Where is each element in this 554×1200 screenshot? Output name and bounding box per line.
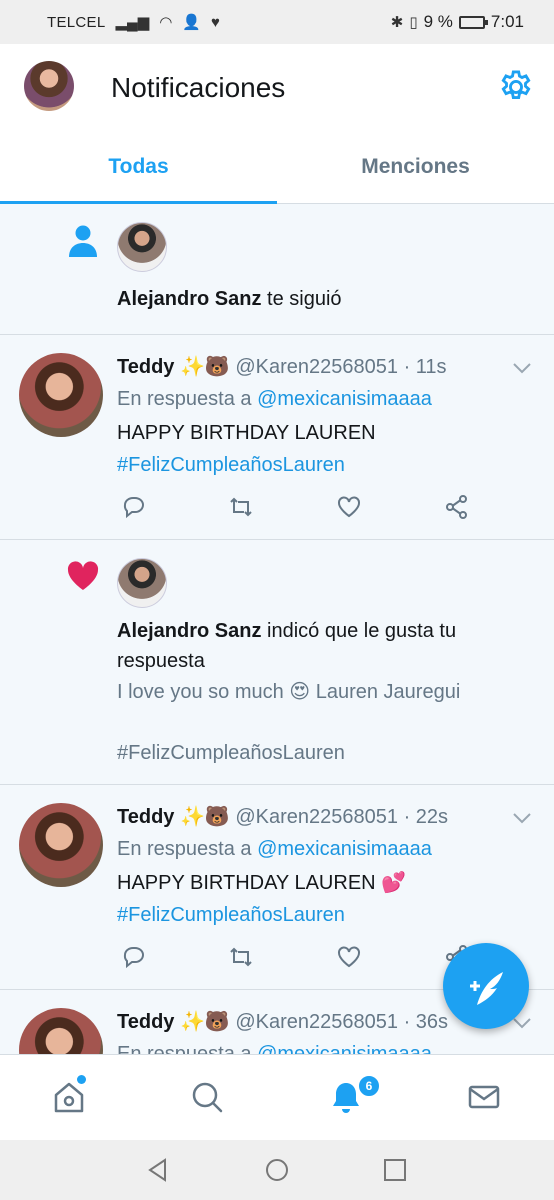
bluetooth-icon: ✱ [390, 14, 404, 31]
home-new-dot [77, 1075, 86, 1084]
retweet-icon[interactable] [227, 943, 255, 971]
avatar[interactable] [117, 222, 167, 272]
home-icon[interactable] [51, 1079, 87, 1115]
back-triangle-icon[interactable] [145, 1157, 171, 1183]
name-emoji: ✨🐻 [179, 806, 230, 828]
clock: 7:01 [490, 12, 524, 31]
notification-follow[interactable]: Alejandro Sanz te siguió [0, 204, 554, 335]
compose-tweet-button[interactable] [443, 943, 529, 1029]
retweet-icon[interactable] [227, 493, 255, 521]
notification-text: Alejandro Sanz indicó que le gusta tu re… [117, 616, 527, 676]
notification-feed: Alejandro Sanz te siguió Teddy ✨🐻 @Karen… [0, 204, 554, 1054]
avatar[interactable] [19, 353, 103, 437]
like-icon[interactable] [335, 943, 363, 971]
display-name[interactable]: Teddy [117, 356, 174, 378]
chevron-down-icon[interactable] [512, 361, 532, 375]
tweet-header: Teddy ✨🐻 @Karen22568051 · 22s [117, 802, 448, 832]
reply-mention-link[interactable]: @mexicanisimaaaa [257, 388, 432, 410]
notification-text: Alejandro Sanz te siguió [117, 284, 527, 314]
vibrate-icon: ▯ [409, 14, 418, 31]
tweet-actions [117, 493, 477, 523]
avatar[interactable] [117, 558, 167, 608]
bottom-navigation: 6 [0, 1054, 554, 1140]
messages-envelope-icon[interactable] [466, 1079, 502, 1115]
reply-context: En respuesta a @mexicanisimaaaa [117, 834, 432, 864]
tweet-actions [117, 943, 477, 973]
profile-avatar[interactable] [24, 61, 74, 111]
name-emoji: ✨🐻 [179, 1011, 230, 1033]
tweet-text: HAPPY BIRTHDAY LAUREN 💕 [117, 872, 407, 894]
page-title: Notificaciones [111, 72, 286, 103]
app-header: Notificaciones [0, 44, 554, 134]
chevron-down-icon[interactable] [512, 811, 532, 825]
reply-icon[interactable] [120, 493, 148, 521]
recents-square-icon[interactable] [382, 1157, 408, 1183]
reply-mention-link[interactable]: @mexicanisimaaaa [257, 1043, 432, 1054]
reply-prefix: En respuesta a [117, 1043, 252, 1054]
add-user-icon: 👤 [182, 14, 201, 31]
share-icon[interactable] [443, 493, 471, 521]
wifi-icon: ◠ [159, 14, 173, 31]
heart-icon [67, 561, 99, 590]
reply-context: En respuesta a @mexicanisimaaaa [117, 384, 432, 414]
handle-time: @Karen22568051 · 22s [235, 806, 449, 828]
battery-percent: 9 % [423, 12, 453, 31]
action-text: te siguió [267, 288, 342, 310]
avatar[interactable] [19, 803, 103, 887]
quoted-text: I love you so much 😍 Lauren Jauregui [117, 681, 461, 703]
battery-icon [458, 15, 488, 29]
settings-gear-icon[interactable] [497, 68, 535, 106]
quoted-hashtag: #FelizCumpleañosLauren [117, 742, 345, 764]
home-circle-icon[interactable] [264, 1157, 290, 1183]
carrier-label: TELCEL [47, 13, 106, 31]
reply-mention-link[interactable]: @mexicanisimaaaa [257, 838, 432, 860]
display-name[interactable]: Teddy [117, 1011, 174, 1033]
tweet-reply[interactable]: Teddy ✨🐻 @Karen22568051 · 11s En respues… [0, 335, 554, 540]
person-icon [69, 225, 97, 257]
user-name[interactable]: Alejandro Sanz [117, 288, 261, 310]
reply-prefix: En respuesta a [117, 388, 252, 410]
status-bar: TELCEL ▂▄▆ ◠ 👤 ♥ ✱ ▯ 9 % 7:01 [0, 0, 554, 44]
reply-prefix: En respuesta a [117, 838, 252, 860]
user-name[interactable]: Alejandro Sanz [117, 620, 261, 642]
search-icon[interactable] [189, 1079, 225, 1115]
reply-context: En respuesta a @mexicanisimaaaa [117, 1039, 432, 1054]
heart-icon: ♥ [210, 13, 220, 31]
notifications-badge: 6 [357, 1074, 381, 1098]
like-icon[interactable] [335, 493, 363, 521]
avatar[interactable] [19, 1008, 103, 1054]
display-name[interactable]: Teddy [117, 806, 174, 828]
hashtag-link[interactable]: #FelizCumpleañosLauren [117, 900, 345, 930]
tab-todas[interactable]: Todas [0, 134, 277, 205]
tweet-header: Teddy ✨🐻 @Karen22568051 · 11s [117, 352, 447, 382]
signal-icon: ▂▄▆ [115, 14, 150, 31]
compose-quill-icon [470, 972, 503, 1005]
handle-time: @Karen22568051 · 11s [235, 356, 447, 378]
system-navigation-bar [0, 1140, 554, 1200]
tab-menciones[interactable]: Menciones [277, 134, 554, 204]
tweet-header: Teddy ✨🐻 @Karen22568051 · 36s [117, 1007, 448, 1037]
handle-time: @Karen22568051 · 36s [235, 1011, 449, 1033]
reply-icon[interactable] [120, 943, 148, 971]
hashtag-link[interactable]: #FelizCumpleañosLauren [117, 450, 345, 480]
tweet-text: HAPPY BIRTHDAY LAUREN [117, 422, 376, 444]
name-emoji: ✨🐻 [179, 356, 230, 378]
notification-tabs: Todas Menciones [0, 134, 554, 205]
notification-like[interactable]: Alejandro Sanz indicó que le gusta tu re… [0, 540, 554, 785]
